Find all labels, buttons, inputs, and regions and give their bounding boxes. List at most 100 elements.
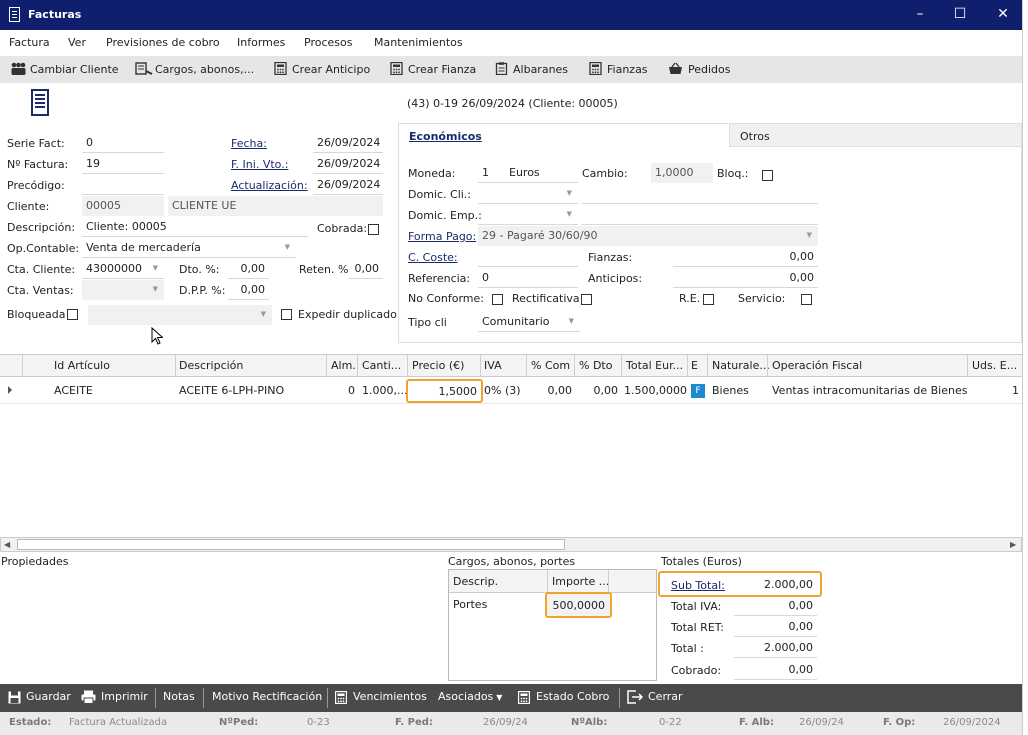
re-checkbox[interactable] [703, 294, 714, 305]
col-descripcion[interactable]: Descripción [179, 359, 243, 372]
col-cantidad[interactable]: Canti... [362, 359, 401, 372]
cell-id[interactable]: ACEITE [54, 384, 93, 397]
domemp-select[interactable]: ▼ [478, 205, 578, 225]
bloqueada-checkbox[interactable] [67, 309, 78, 320]
cambiar-cliente-button[interactable]: Cambiar Cliente [30, 63, 119, 76]
actualizacion-label[interactable]: Actualización: [231, 179, 308, 192]
cell-uds[interactable]: 1 [1012, 384, 1019, 397]
cargos-row-desc[interactable]: Portes [453, 598, 487, 611]
dpp-field[interactable]: 0,00 [228, 280, 269, 300]
numero-field[interactable]: 19 [82, 154, 164, 174]
table-row[interactable]: ACEITE ACEITE 6-LPH-PINO 0 1.000,... 1,5… [0, 378, 1022, 404]
close-button[interactable]: ✕ [993, 6, 1013, 22]
fecha-field[interactable]: 26/09/2024 [313, 133, 383, 153]
menu-mantenimientos[interactable]: Mantenimientos [374, 36, 463, 49]
serie-field[interactable]: 0 [82, 133, 164, 153]
moneda-field[interactable]: 1 Euros [478, 163, 578, 183]
calculator-icon [589, 62, 602, 75]
imprimir-button[interactable]: Imprimir [101, 690, 148, 703]
crear-fianza-button[interactable]: Crear Fianza [408, 63, 476, 76]
subtotal-label[interactable]: Sub Total: [671, 579, 725, 592]
domcli-select[interactable]: ▼ [478, 184, 578, 204]
pedidos-button[interactable]: Pedidos [688, 63, 731, 76]
cell-naturaleza[interactable]: Bienes [712, 384, 749, 397]
descripcion-field[interactable]: Cliente: 00005 [82, 217, 308, 237]
cell-operacion-fiscal[interactable]: Ventas intracomunitarias de Bienes [772, 384, 967, 397]
cell-total[interactable]: 1.500,0000 [624, 384, 687, 397]
cargos-col-importe[interactable]: Importe ... [552, 575, 609, 588]
actualizacion-field[interactable]: 26/09/2024 [313, 175, 383, 195]
ctaventas-select[interactable]: ▼ [82, 280, 164, 300]
cell-alm[interactable]: 0 [330, 384, 355, 397]
crear-anticipo-button[interactable]: Crear Anticipo [292, 63, 370, 76]
moneda-label: Moneda: [408, 167, 456, 180]
albaranes-button[interactable]: Albaranes [513, 63, 568, 76]
cell-com[interactable]: 0,00 [528, 384, 573, 397]
scroll-right-icon[interactable]: ▶ [1010, 540, 1016, 549]
cerrar-button[interactable]: Cerrar [648, 690, 683, 703]
col-e[interactable]: E [691, 359, 698, 372]
cell-dto[interactable]: 0,00 [576, 384, 619, 397]
motivo-rectificacion-button[interactable]: Motivo Rectificación [212, 690, 322, 703]
menu-factura[interactable]: Factura [9, 36, 50, 49]
ctacliente-select[interactable]: 43000000 ▼ [82, 259, 164, 279]
menu-previsiones[interactable]: Previsiones de cobro [106, 36, 220, 49]
fivto-label[interactable]: F. Ini. Vto.: [231, 158, 288, 171]
col-naturaleza[interactable]: Naturale... [712, 359, 770, 372]
notas-button[interactable]: Notas [163, 690, 195, 703]
cobrada-checkbox[interactable] [368, 224, 379, 235]
fivto-field[interactable]: 26/09/2024 [313, 154, 383, 174]
estado-cobro-button[interactable]: Estado Cobro [536, 690, 609, 703]
reten-field[interactable]: 0,00 [349, 259, 383, 279]
cargos-button[interactable]: Cargos, abonos,... [155, 63, 254, 76]
tipocli-select[interactable]: Comunitario ▼ [478, 312, 580, 332]
bloqueada-reason-select[interactable]: ▼ [88, 305, 272, 325]
cambio-field[interactable]: 1,0000 [651, 163, 713, 183]
cell-iva[interactable]: 0% (3) [484, 384, 521, 397]
ccoste-field[interactable] [478, 247, 578, 267]
servicio-checkbox[interactable] [801, 294, 812, 305]
cell-cantidad[interactable]: 1.000,... [362, 384, 407, 397]
dto-field[interactable]: 0,00 [228, 259, 269, 279]
asociados-button[interactable]: Asociados ▼ [438, 690, 502, 703]
scroll-thumb[interactable] [17, 539, 565, 550]
vencimientos-button[interactable]: Vencimientos [353, 690, 427, 703]
cliente-code-field[interactable]: 00005 [82, 196, 164, 216]
expedir-checkbox[interactable] [281, 309, 292, 320]
tab-economicos[interactable]: Económicos [398, 123, 728, 147]
maximize-button[interactable]: ☐ [950, 6, 970, 22]
col-dto[interactable]: % Dto [579, 359, 612, 372]
tab-otros[interactable]: Otros [729, 123, 1022, 147]
guardar-button[interactable]: Guardar [26, 690, 71, 703]
fecha-label[interactable]: Fecha: [231, 137, 267, 150]
scroll-left-icon[interactable]: ◀ [4, 540, 10, 549]
bloq-checkbox[interactable] [762, 170, 773, 181]
col-alm[interactable]: Alm. [331, 359, 356, 372]
menu-informes[interactable]: Informes [237, 36, 285, 49]
precodigo-field[interactable] [82, 175, 164, 195]
col-iva[interactable]: IVA [484, 359, 502, 372]
noconforme-checkbox[interactable] [492, 294, 503, 305]
referencia-field[interactable]: 0 [478, 268, 578, 288]
col-operacion-fiscal[interactable]: Operación Fiscal [772, 359, 862, 372]
formapago-label[interactable]: Forma Pago: [408, 230, 476, 243]
cargos-row-importe[interactable]: 500,0000 [545, 592, 612, 618]
col-precio[interactable]: Precio (€) [412, 359, 464, 372]
formapago-select[interactable]: 29 - Pagaré 30/60/90 ▼ [478, 226, 818, 246]
rectificativa-checkbox[interactable] [581, 294, 592, 305]
horizontal-scrollbar[interactable]: ◀ ▶ [0, 537, 1022, 552]
col-id-articulo[interactable]: Id Artículo [54, 359, 110, 372]
opcontable-select[interactable]: Venta de mercadería ▼ [82, 238, 296, 258]
cell-descripcion[interactable]: ACEITE 6-LPH-PINO [179, 384, 284, 397]
cargos-col-descrip[interactable]: Descrip. [453, 575, 498, 588]
fianzas-button[interactable]: Fianzas [607, 63, 648, 76]
cell-e-badge: F [691, 384, 705, 398]
ccoste-label[interactable]: C. Coste: [408, 251, 458, 264]
minimize-button[interactable]: – [910, 6, 930, 22]
menu-ver[interactable]: Ver [68, 36, 86, 49]
col-com[interactable]: % Com [531, 359, 570, 372]
col-uds[interactable]: Uds. E... [972, 359, 1017, 372]
cell-precio[interactable]: 1,5000 [406, 379, 483, 403]
menu-procesos[interactable]: Procesos [304, 36, 352, 49]
col-total[interactable]: Total Eur... [626, 359, 683, 372]
